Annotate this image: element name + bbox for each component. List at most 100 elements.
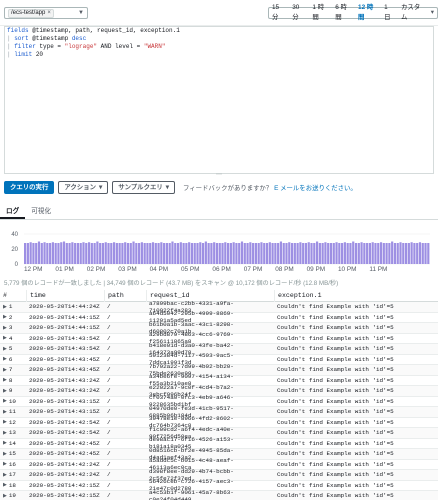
histogram-bar — [274, 243, 277, 264]
histogram-bar — [377, 243, 380, 264]
resize-handle[interactable]: ⋯ — [0, 172, 438, 178]
histogram-bar — [129, 243, 132, 264]
histogram-bar — [29, 242, 32, 264]
histogram-bar — [302, 243, 305, 264]
expand-row-icon[interactable]: ▶ — [3, 367, 7, 373]
x-tick-label: 10 PM — [338, 266, 357, 273]
table-cell: Couldn't find Example with 'id'=5 — [277, 492, 394, 500]
time-range-option[interactable]: 12 時間 — [355, 3, 381, 23]
caret-down-icon[interactable]: ▾ — [428, 8, 437, 18]
histogram-bar — [138, 243, 141, 264]
histogram-bar — [79, 243, 82, 264]
sample-queries-label: サンプルクエリ — [118, 183, 163, 191]
histogram-bar — [257, 243, 260, 264]
table-cell: / — [107, 313, 111, 321]
tab-logs[interactable]: ログ — [0, 204, 26, 219]
table-cell: 2020-05-20T14:43:15Z — [29, 397, 100, 405]
query-editor[interactable]: fields @timestamp, path, request_id, exc… — [4, 26, 434, 174]
tab-visualization[interactable]: 可視化 — [25, 204, 57, 219]
x-tick-label: 08 PM — [275, 266, 294, 273]
expand-row-icon[interactable]: ▶ — [3, 493, 7, 499]
table-cell: / — [107, 460, 111, 468]
histogram-bar — [90, 243, 93, 264]
column-header-col-time[interactable]: time — [26, 289, 104, 302]
table-cell: ▶ 14 — [3, 439, 16, 447]
expand-row-icon[interactable]: ▶ — [3, 325, 7, 331]
expand-row-icon[interactable]: ▶ — [3, 419, 7, 425]
column-header-col-path[interactable]: path — [104, 289, 146, 302]
histogram-bar — [149, 243, 152, 264]
feedback-link[interactable]: E メールをお送りください。 — [274, 185, 357, 192]
table-cell: Couldn't find Example with 'id'=5 — [277, 345, 394, 353]
expand-row-icon[interactable]: ▶ — [3, 388, 7, 394]
table-cell: ▶ 5 — [3, 345, 13, 353]
time-range-option[interactable]: 15 分 — [269, 3, 289, 23]
time-range-option[interactable]: 6 時間 — [332, 3, 355, 23]
log-group-selector[interactable]: /ecs-test/app × ▼ — [4, 7, 88, 19]
histogram-bar — [310, 243, 313, 264]
table-cell: ▶ 16 — [3, 460, 16, 468]
caret-down-icon: ▾ — [98, 183, 103, 191]
histogram-bar — [368, 243, 372, 264]
histogram-bar — [160, 242, 163, 264]
histogram-bar — [85, 243, 88, 264]
histogram-bar — [227, 243, 230, 264]
histogram-bar — [215, 243, 219, 264]
expand-row-icon[interactable]: ▶ — [3, 472, 7, 478]
time-range-option[interactable]: カスタム — [398, 3, 428, 23]
histogram-bar — [290, 243, 294, 264]
table-cell: ▶ 12 — [3, 418, 16, 426]
histogram-svg: 40 20 0 — [11, 232, 430, 266]
histogram-bar — [424, 243, 427, 264]
expand-row-icon[interactable]: ▶ — [3, 430, 7, 436]
expand-row-icon[interactable]: ▶ — [3, 346, 7, 352]
histogram-bar — [402, 243, 405, 264]
expand-row-icon[interactable]: ▶ — [3, 356, 7, 362]
expand-row-icon[interactable]: ▶ — [3, 314, 7, 320]
x-tick-label: 03 PM — [118, 266, 137, 273]
histogram-bar — [288, 242, 291, 264]
histogram-bar — [418, 242, 422, 264]
y-tick-label: 0 — [15, 262, 19, 266]
expand-row-icon[interactable]: ▶ — [3, 377, 7, 383]
expand-row-icon[interactable]: ▶ — [3, 461, 7, 467]
expand-row-icon[interactable]: ▶ — [3, 482, 7, 488]
column-header-col-index[interactable]: # — [0, 290, 26, 302]
histogram-bar — [277, 243, 280, 264]
sample-queries-button[interactable]: サンプルクエリ ▾ — [112, 180, 175, 194]
expand-row-icon[interactable]: ▶ — [3, 398, 7, 404]
histogram-bar — [343, 242, 346, 264]
histogram-bar — [240, 241, 244, 264]
time-range-option[interactable]: 30 分 — [289, 3, 309, 23]
run-query-button[interactable]: クエリの実行 — [4, 180, 55, 194]
histogram-bar — [110, 243, 113, 264]
histogram-bar — [151, 242, 155, 264]
expand-row-icon[interactable]: ▶ — [3, 451, 7, 457]
histogram-bar — [157, 243, 160, 264]
table-cell: 2020-05-20T14:44:15Z — [29, 313, 100, 321]
expand-row-icon[interactable]: ▶ — [3, 440, 7, 446]
table-cell: 2020-05-20T14:43:54Z — [29, 345, 100, 353]
expand-row-icon[interactable]: ▶ — [3, 304, 7, 310]
histogram-bar — [171, 241, 174, 264]
actions-button[interactable]: アクション ▾ — [58, 180, 109, 194]
column-header-col-exception[interactable]: exception.1 — [274, 289, 438, 302]
expand-row-icon[interactable]: ▶ — [3, 409, 7, 415]
time-range-option[interactable]: 1 時間 — [309, 3, 332, 23]
table-cell: 2020-05-20T14:43:24Z — [29, 387, 100, 395]
table-cell: ▶ 19 — [3, 492, 16, 500]
table-cell: Couldn't find Example with 'id'=5 — [277, 397, 394, 405]
histogram-bar — [268, 242, 271, 264]
time-range-option[interactable]: 1 日 — [381, 3, 398, 23]
histogram-bar — [188, 242, 191, 264]
remove-icon[interactable]: × — [47, 10, 51, 17]
table-cell: Couldn't find Example with 'id'=5 — [277, 366, 394, 374]
histogram-bar — [410, 242, 413, 264]
histogram-bar — [254, 243, 257, 264]
expand-row-icon[interactable]: ▶ — [3, 335, 7, 341]
table-cell: / — [107, 429, 111, 437]
histogram-bar — [321, 243, 324, 264]
table-cell: 2020-05-20T14:43:45Z — [29, 366, 100, 374]
table-cell: / — [107, 303, 111, 311]
histogram-bar — [185, 243, 188, 264]
